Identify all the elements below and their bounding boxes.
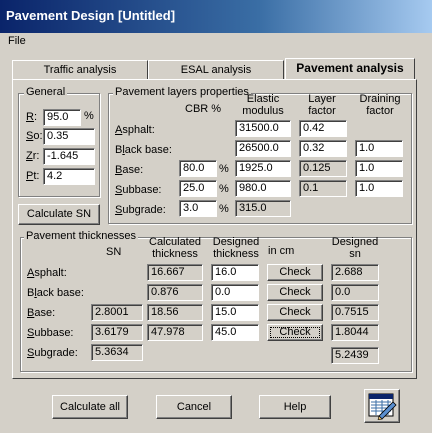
elastic-header: Elastic modulus xyxy=(242,93,284,117)
thick-base-label: Base: xyxy=(27,307,56,319)
menu-bar: File xyxy=(0,33,432,51)
subbase-sn: 3.6179 xyxy=(91,324,143,341)
layer-base-label: Base: xyxy=(115,164,144,176)
asphalt-layer-factor-field[interactable]: 0.42 xyxy=(299,120,347,137)
base-elastic-field[interactable]: 1925.0 xyxy=(235,160,291,177)
draining-factor-header: Draining factor xyxy=(359,93,401,117)
layer-subgrade-label: Subgrade: xyxy=(115,204,166,216)
asphalt-calc-thickness: 16.667 xyxy=(147,264,203,281)
base-cbr-unit: % xyxy=(219,163,229,175)
pt-label: Pt: xyxy=(26,170,40,182)
r-label: R: xyxy=(26,111,38,123)
subbase-layer-factor-field: 0.1 xyxy=(299,180,347,197)
title-bar: Pavement Design [Untitled] xyxy=(0,0,432,33)
base-calc-thickness: 18.56 xyxy=(147,304,203,321)
menu-file[interactable]: File xyxy=(8,35,26,47)
help-button[interactable]: Help xyxy=(259,395,331,419)
r-field[interactable]: 95.0 xyxy=(43,109,81,126)
black-base-check-button[interactable]: Check xyxy=(267,284,323,301)
subgrade-cbr-unit: % xyxy=(219,203,229,215)
thick-asphalt-label: Asphalt: xyxy=(27,267,67,279)
subbase-designed-sn: 1.8044 xyxy=(331,324,379,341)
subbase-designed-thickness[interactable]: 45.0 xyxy=(211,324,259,341)
cbr-header: CBR % xyxy=(185,103,222,115)
subbase-draining-field[interactable]: 1.0 xyxy=(355,180,403,197)
subbase-check-button[interactable]: Check xyxy=(267,324,323,341)
black-base-elastic-field[interactable]: 26500.0 xyxy=(235,140,291,157)
thick-black-base-label: Black base: xyxy=(27,287,84,299)
so-field[interactable]: 0.35 xyxy=(43,128,95,145)
calculated-thickness-header: Calculated thickness xyxy=(149,236,201,260)
zr-field[interactable]: -1.645 xyxy=(43,148,95,165)
layers-title: Pavement layers properties xyxy=(113,86,251,98)
thick-subgrade-label: Subgrade: xyxy=(27,347,78,359)
report-button[interactable] xyxy=(364,389,400,423)
subbase-cbr-field[interactable]: 25.0 xyxy=(179,180,217,197)
asphalt-designed-sn: 2.688 xyxy=(331,264,379,281)
black-base-layer-factor-field[interactable]: 0.32 xyxy=(299,140,347,157)
subbase-cbr-unit: % xyxy=(219,183,229,195)
report-pencil-icon xyxy=(368,393,397,421)
thickness-title: Pavement thicknesses xyxy=(24,230,139,242)
sn-header: SN xyxy=(106,246,122,258)
subgrade-cbr-field[interactable]: 3.0 xyxy=(179,200,217,217)
r-unit: % xyxy=(84,110,94,122)
base-designed-sn: 0.7515 xyxy=(331,304,379,321)
base-check-button[interactable]: Check xyxy=(267,304,323,321)
black-base-calc-thickness: 0.876 xyxy=(147,284,203,301)
zr-label: Zr: xyxy=(26,150,40,162)
tab-pavement-analysis[interactable]: Pavement analysis xyxy=(285,58,415,80)
in-cm-header: in cm xyxy=(268,245,295,257)
layer-subbase-label: Subbase: xyxy=(115,184,162,196)
so-label: So: xyxy=(26,130,43,142)
tab-esal-analysis[interactable]: ESAL analysis xyxy=(148,60,284,80)
window-title: Pavement Design [Untitled] xyxy=(6,8,176,23)
tab-traffic-analysis[interactable]: Traffic analysis xyxy=(12,60,148,80)
total-designed-sn: 5.2439 xyxy=(331,347,379,364)
asphalt-designed-thickness[interactable]: 16.0 xyxy=(211,264,259,281)
thick-subbase-label: Subbase: xyxy=(27,327,74,339)
pt-field[interactable]: 4.2 xyxy=(43,168,95,185)
layer-black-base-label: Black base: xyxy=(115,144,172,156)
black-base-draining-field[interactable]: 1.0 xyxy=(355,140,403,157)
black-base-designed-thickness[interactable]: 0.0 xyxy=(211,284,259,301)
asphalt-elastic-field[interactable]: 31500.0 xyxy=(235,120,291,137)
calculate-sn-button[interactable]: Calculate SN xyxy=(18,204,100,225)
subbase-elastic-field[interactable]: 980.0 xyxy=(235,180,291,197)
layer-asphalt-label: Asphalt: xyxy=(115,124,155,136)
base-cbr-field[interactable]: 80.0 xyxy=(179,160,217,177)
cancel-button[interactable]: Cancel xyxy=(156,395,232,419)
subgrade-elastic-field: 315.0 xyxy=(235,200,291,217)
general-title: General xyxy=(24,86,68,98)
designed-sn-header: Designed sn xyxy=(331,236,379,260)
black-base-designed-sn: 0.0 xyxy=(331,284,379,301)
asphalt-check-button[interactable]: Check xyxy=(267,264,323,281)
designed-thickness-header: Designed thickness xyxy=(212,236,260,260)
base-sn: 2.8001 xyxy=(91,304,143,321)
base-layer-factor-field: 0.125 xyxy=(299,160,347,177)
calculate-all-button[interactable]: Calculate all xyxy=(52,395,128,419)
base-draining-field[interactable]: 1.0 xyxy=(355,160,403,177)
base-designed-thickness[interactable]: 15.0 xyxy=(211,304,259,321)
subgrade-sn: 5.3634 xyxy=(91,344,143,361)
subbase-calc-thickness: 47.978 xyxy=(147,324,203,341)
layer-factor-header: Layer factor xyxy=(308,93,336,117)
